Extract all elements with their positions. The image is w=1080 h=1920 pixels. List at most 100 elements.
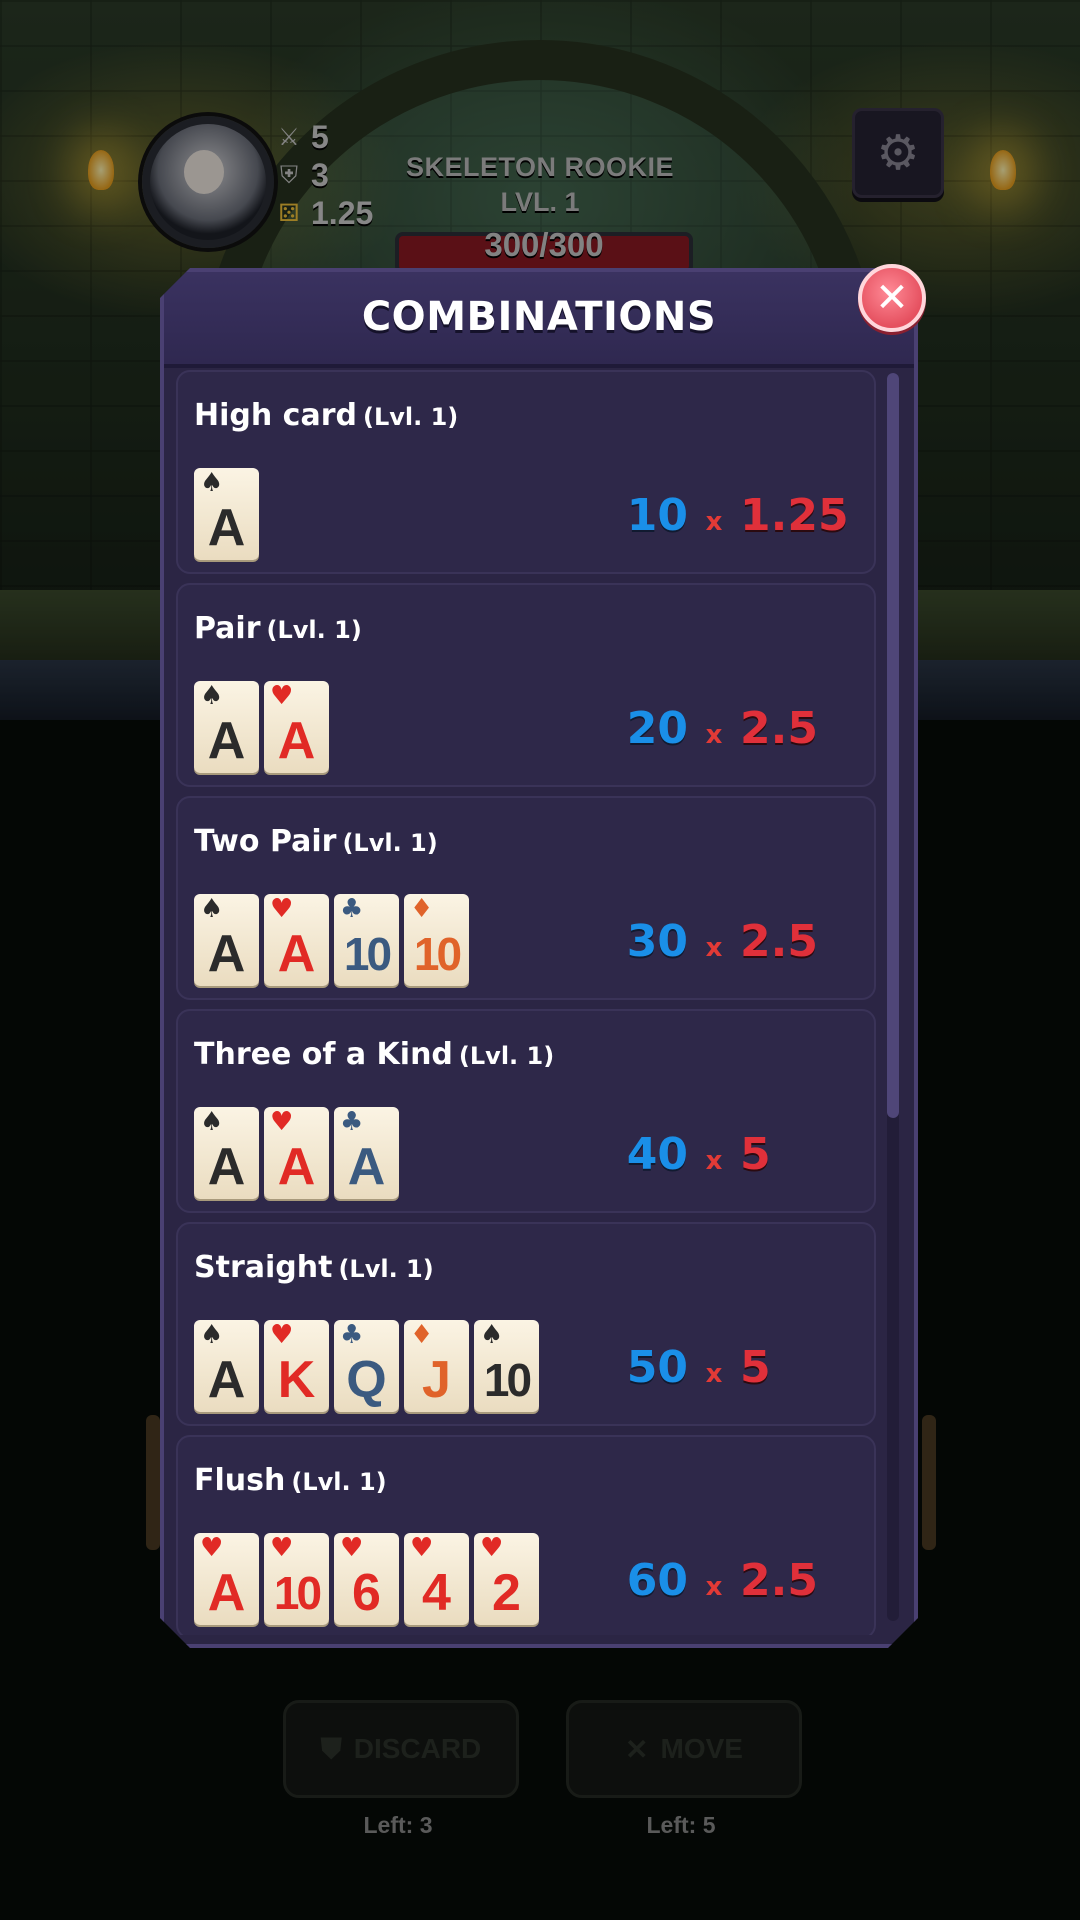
heart-icon: ♥ — [270, 1107, 294, 1137]
playing-card: ♠ A — [194, 681, 259, 773]
combination-score: 60 x 2.5 — [618, 1555, 868, 1606]
example-cards: ♠ A ♥ A ♣ A — [194, 1107, 399, 1199]
example-cards: ♠ A ♥ K ♣ Q ♦ J ♠ 10 — [194, 1320, 539, 1412]
combination-row: High card (Lvl. 1) ♠ A 10 x 1.25 — [176, 370, 876, 574]
playing-card: ♣ Q — [334, 1320, 399, 1412]
combination-row: Three of a Kind (Lvl. 1) ♠ A ♥ A ♣ A 40 x 5 — [176, 1009, 876, 1213]
card-rank: A — [207, 1351, 246, 1409]
chips-value: 40 — [626, 1129, 688, 1180]
example-cards: ♥ A ♥ 10 ♥ 6 ♥ 4 ♥ 2 — [194, 1533, 539, 1625]
card-rank: 10 — [483, 1354, 532, 1406]
combination-level: (Lvl. 1) — [338, 1255, 434, 1283]
club-icon: ♣ — [340, 1107, 364, 1137]
combination-name: Flush — [194, 1463, 286, 1498]
heart-icon: ♥ — [270, 894, 294, 924]
combination-level: (Lvl. 1) — [362, 403, 459, 431]
card-rank: A — [277, 1138, 316, 1196]
playing-card: ♥ 4 — [404, 1533, 469, 1625]
heart-icon: ♥ — [340, 1533, 364, 1563]
heart-icon: ♥ — [270, 1320, 294, 1350]
playing-card: ♠ 10 — [474, 1320, 539, 1412]
spade-icon: ♠ — [200, 894, 224, 924]
close-icon: ✕ — [875, 275, 909, 321]
combinations-list[interactable]: High card (Lvl. 1) ♠ A 10 x 1.25 Pair (Lvl. 1) ♠ A… — [176, 370, 881, 1635]
multiplier-value: 5 — [740, 1342, 771, 1393]
multiply-sign: x — [705, 1572, 723, 1602]
heart-icon: ♥ — [200, 1533, 224, 1563]
card-rank: 4 — [422, 1564, 451, 1622]
playing-card: ♣ 10 — [334, 894, 399, 986]
card-rank: 2 — [492, 1564, 521, 1622]
playing-card: ♥ 6 — [334, 1533, 399, 1625]
modal-title: COMBINATIONS — [361, 294, 717, 340]
diamond-icon: ♦ — [410, 1320, 434, 1350]
card-rank: 10 — [343, 928, 392, 980]
combination-score: 50 x 5 — [618, 1342, 868, 1393]
card-rank: A — [207, 712, 246, 770]
card-rank: K — [277, 1351, 316, 1409]
card-rank: A — [207, 1564, 246, 1622]
chips-value: 20 — [626, 703, 688, 754]
playing-card: ♥ 10 — [264, 1533, 329, 1625]
club-icon: ♣ — [340, 894, 364, 924]
combination-name: Pair — [194, 611, 261, 646]
card-rank: A — [277, 712, 316, 770]
playing-card: ♥ A — [264, 681, 329, 773]
multiply-sign: x — [705, 1146, 723, 1176]
multiply-sign: x — [705, 1359, 723, 1389]
combination-level: (Lvl. 1) — [291, 1468, 387, 1496]
card-rank: A — [207, 499, 246, 557]
multiplier-value: 2.5 — [740, 703, 818, 754]
combination-level: (Lvl. 1) — [458, 1042, 555, 1070]
card-rank: A — [277, 925, 316, 983]
spade-icon: ♠ — [480, 1320, 504, 1350]
heart-icon: ♥ — [270, 1533, 294, 1563]
spade-icon: ♠ — [200, 681, 224, 711]
card-rank: A — [207, 1138, 246, 1196]
modal-header: COMBINATIONS — [164, 272, 914, 368]
playing-card: ♥ A — [264, 894, 329, 986]
playing-card: ♣ A — [334, 1107, 399, 1199]
multiply-sign: x — [705, 507, 723, 537]
playing-card: ♥ K — [264, 1320, 329, 1412]
club-icon: ♣ — [340, 1320, 364, 1350]
playing-card: ♥ A — [264, 1107, 329, 1199]
close-button[interactable]: ✕ — [858, 264, 926, 332]
combination-score: 30 x 2.5 — [618, 916, 868, 967]
chips-value: 30 — [626, 916, 688, 967]
combination-title: Pair (Lvl. 1) — [194, 611, 362, 646]
heart-icon: ♥ — [410, 1533, 434, 1563]
card-rank: A — [347, 1138, 386, 1196]
example-cards: ♠ A — [194, 468, 259, 560]
card-rank: 6 — [352, 1564, 381, 1622]
card-rank: Q — [346, 1351, 387, 1409]
playing-card: ♥ 2 — [474, 1533, 539, 1625]
chips-value: 10 — [626, 490, 688, 541]
combination-row: Straight (Lvl. 1) ♠ A ♥ K ♣ Q ♦ J ♠ 10 50 x 5 — [176, 1222, 876, 1426]
multiply-sign: x — [705, 720, 723, 750]
heart-icon: ♥ — [270, 681, 294, 711]
combination-level: (Lvl. 1) — [342, 829, 438, 857]
multiplier-value: 2.5 — [740, 916, 818, 967]
example-cards: ♠ A ♥ A — [194, 681, 329, 773]
combination-score: 10 x 1.25 — [618, 490, 868, 541]
chips-value: 50 — [626, 1342, 688, 1393]
combination-title: High card (Lvl. 1) — [194, 398, 458, 433]
combination-name: Straight — [194, 1250, 333, 1285]
scrollbar[interactable] — [887, 373, 899, 1621]
playing-card: ♠ A — [194, 468, 259, 560]
spade-icon: ♠ — [200, 468, 224, 498]
playing-card: ♠ A — [194, 1320, 259, 1412]
playing-card: ♠ A — [194, 1107, 259, 1199]
combination-score: 40 x 5 — [618, 1129, 868, 1180]
combination-name: Three of a Kind — [194, 1037, 453, 1072]
combination-row: Pair (Lvl. 1) ♠ A ♥ A 20 x 2.5 — [176, 583, 876, 787]
combination-row: Two Pair (Lvl. 1) ♠ A ♥ A ♣ 10 ♦ 10 30 x 2.5 — [176, 796, 876, 1000]
card-rank: 10 — [273, 1567, 322, 1619]
playing-card: ♦ J — [404, 1320, 469, 1412]
combination-title: Two Pair (Lvl. 1) — [194, 824, 438, 859]
scrollbar-thumb[interactable] — [887, 373, 899, 1118]
multiplier-value: 2.5 — [740, 1555, 818, 1606]
combination-row: Flush (Lvl. 1) ♥ A ♥ 10 ♥ 6 ♥ 4 ♥ 2 60 x 2.5 — [176, 1435, 876, 1635]
heart-icon: ♥ — [480, 1533, 504, 1563]
